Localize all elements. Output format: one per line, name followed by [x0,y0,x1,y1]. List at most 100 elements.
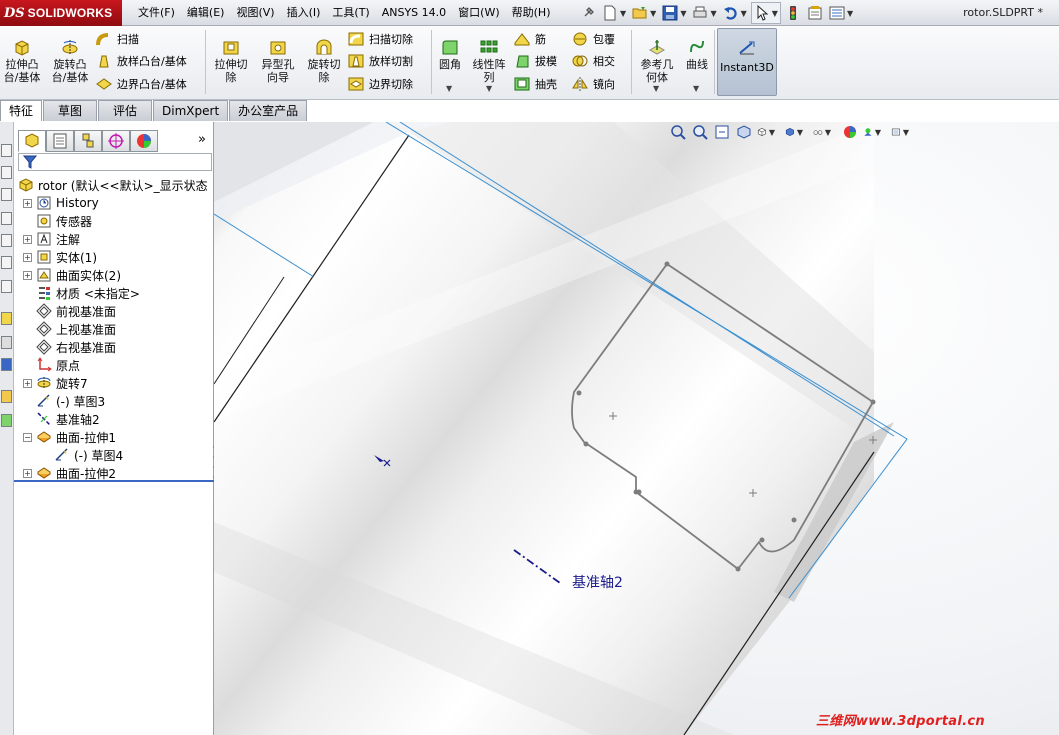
tab-sketch[interactable]: 草图 [43,100,98,121]
menu-ansys[interactable]: ANSYS 14.0 [376,0,452,26]
chevron-down-icon[interactable]: ▼ [769,128,775,137]
expand-toggle[interactable]: + [23,235,32,244]
file-properties-button[interactable] [805,2,825,24]
revolve-cut-button[interactable]: 旋转切 除 [302,26,346,84]
sweep-cut-button[interactable]: 扫描切除 [348,29,413,49]
tree-node[interactable]: 原点 [36,356,80,374]
chevron-down-icon[interactable]: ▼ [446,84,452,93]
previous-view-button[interactable] [713,123,731,141]
double-chevron-right-icon[interactable]: » [198,132,206,147]
tree-node[interactable]: 旋转7 [36,374,88,392]
instant3d-button[interactable]: Instant3D [717,28,777,96]
pencil-icon[interactable] [1,312,12,325]
shell-button[interactable]: 抽壳 [514,74,557,94]
linear-pattern-button[interactable]: 线性阵 列 [469,26,509,84]
tree-node[interactable]: 前视基准面 [36,302,116,320]
expand-toggle[interactable]: − [23,433,32,442]
edit-appearance-button[interactable] [841,123,859,141]
chevron-down-icon[interactable]: ▼ [486,84,492,93]
expand-toggle[interactable]: + [23,379,32,388]
cylinder-icon[interactable] [1,280,12,293]
menu-help[interactable]: 帮助(H) [506,0,557,26]
tab-configuration-manager[interactable] [74,130,102,152]
open-button[interactable]: ▼ [630,2,658,24]
tab-display-manager[interactable] [130,130,158,152]
print-button[interactable]: ▼ [690,2,718,24]
box-icon[interactable] [1,234,12,247]
select-button[interactable]: ▼ [750,2,781,24]
feature-icon[interactable] [1,414,12,427]
pencil-icon[interactable] [1,336,12,349]
tree-node[interactable]: 曲面实体(2) [36,266,121,284]
tree-node[interactable]: (-) 草图4 [54,446,123,464]
pin-button[interactable] [578,2,598,24]
view-orientation-button[interactable]: ▼ [757,123,775,141]
tree-node[interactable]: 曲面-拉伸1 [36,428,116,446]
sketch-icon[interactable] [1,358,12,371]
expand-toggle[interactable]: + [23,469,32,478]
intersect-button[interactable]: 相交 [572,51,615,71]
tree-filter-input[interactable] [18,153,212,171]
tab-dimxpert[interactable]: DimXpert [153,100,229,121]
tree-node[interactable]: 上视基准面 [36,320,116,338]
revolve-boss-button[interactable]: 旋转凸 台/基体 [48,26,92,84]
chevron-down-icon[interactable]: ▼ [825,128,831,137]
apply-scene-button[interactable]: ▼ [863,123,881,141]
chevron-down-icon[interactable]: ▼ [680,9,686,18]
menu-view[interactable]: 视图(V) [230,0,280,26]
chevron-down-icon[interactable]: ▼ [693,84,699,93]
sweep-button[interactable]: 扫描 [96,29,139,49]
folder-icon[interactable] [1,390,12,403]
tree-node[interactable]: 实体(1) [36,248,97,266]
mirror-button[interactable]: 镜向 [572,74,615,94]
zoom-area-button[interactable] [691,123,709,141]
reference-axis-label[interactable]: 基准轴2 [572,572,623,592]
tree-node[interactable]: 注解 [36,230,80,248]
tree-node[interactable]: 右视基准面 [36,338,116,356]
expand-toggle[interactable]: + [23,253,32,262]
menu-insert[interactable]: 插入(I) [281,0,327,26]
chevron-down-icon[interactable]: ▼ [772,9,778,18]
box-icon[interactable] [1,188,12,201]
view-settings-button[interactable]: ▼ [891,123,909,141]
options-button[interactable]: ▼ [827,2,855,24]
new-button[interactable]: ▼ [600,2,628,24]
tab-feature-tree[interactable] [18,130,46,152]
chevron-down-icon[interactable]: ▼ [650,9,656,18]
hide-show-items-button[interactable]: ▼ [813,123,831,141]
reference-geometry-button[interactable]: 参考几 何体 [635,26,679,84]
wrap-button[interactable]: 包覆 [572,29,615,49]
tree-node[interactable]: 材质 <未指定> [36,284,140,302]
section-view-button[interactable] [735,123,753,141]
graphics-area[interactable]: ▼ ▼ ▼ ▼ ▼ 基准轴2 [214,122,1059,735]
expand-toggle[interactable]: + [23,199,32,208]
chevron-down-icon[interactable]: ▼ [847,9,853,18]
menu-tools[interactable]: 工具(T) [326,0,375,26]
extrude-boss-button[interactable]: 拉伸凸 台/基体 [0,26,44,84]
box-icon[interactable] [1,212,12,225]
loft-button[interactable]: 放样凸台/基体 [96,51,187,71]
extrude-cut-button[interactable]: 拉伸切 除 [209,26,253,84]
fillet-button[interactable]: 圆角 [434,26,466,71]
display-style-button[interactable]: ▼ [785,123,803,141]
tab-property-manager[interactable] [46,130,74,152]
rebuild-button[interactable] [783,2,803,24]
box-icon[interactable] [1,144,12,157]
tree-node[interactable]: 基准轴2 [36,410,100,428]
box-icon[interactable] [1,256,12,269]
curves-button[interactable]: 曲线 [681,26,713,71]
chevron-down-icon[interactable]: ▼ [875,128,881,137]
tree-node[interactable]: History [36,194,99,212]
menu-window[interactable]: 窗口(W) [452,0,505,26]
chevron-down-icon[interactable]: ▼ [797,128,803,137]
tab-office-products[interactable]: 办公室产品 [229,100,308,121]
menu-edit[interactable]: 编辑(E) [181,0,231,26]
chevron-down-icon[interactable]: ▼ [903,128,909,137]
hole-wizard-button[interactable]: 异型孔 向导 [256,26,300,84]
boundary-cut-button[interactable]: 边界切除 [348,74,413,94]
box-icon[interactable] [1,166,12,179]
tab-evaluate[interactable]: 评估 [98,100,153,121]
expand-toggle[interactable]: + [23,271,32,280]
rib-button[interactable]: 筋 [514,29,546,49]
tree-root[interactable]: rotor (默认<<默认>_显示状态 [18,176,208,194]
